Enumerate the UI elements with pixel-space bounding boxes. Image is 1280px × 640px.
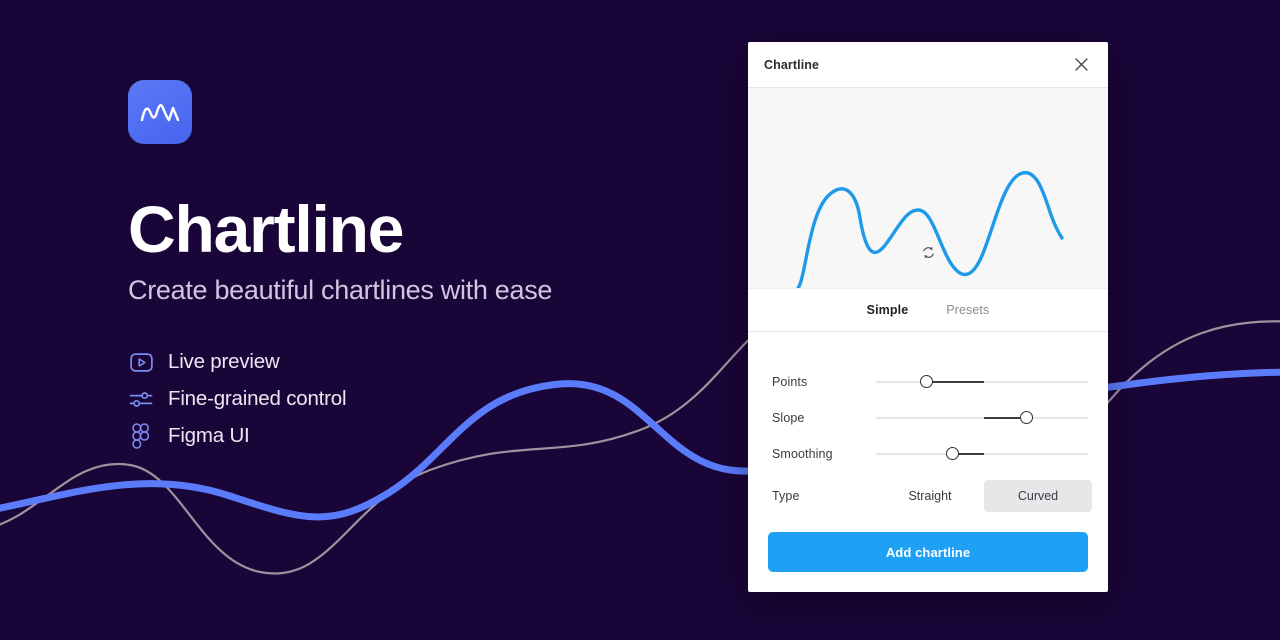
tab-simple[interactable]: Simple [867, 303, 909, 317]
control-row-type: Type Straight Curved [772, 478, 1092, 514]
feature-label: Fine-grained control [168, 387, 347, 411]
page-title: Chartline [128, 192, 404, 266]
slider-fill [926, 381, 985, 383]
smoothing-slider[interactable] [876, 443, 1088, 465]
close-icon[interactable] [1068, 52, 1094, 78]
panel-title: Chartline [764, 57, 820, 72]
slider-thumb[interactable] [1020, 411, 1034, 424]
hero-section: Chartline Create beautiful chartlines wi… [128, 80, 688, 455]
figma-icon [128, 423, 154, 450]
play-box-icon [128, 349, 154, 375]
slider-track [876, 417, 1088, 419]
panel-tabs: Simple Presets [748, 288, 1108, 332]
feature-list: Live preview Fine-grained control Figma … [128, 344, 688, 454]
controls-section: Points Slope Smoothing Type Straight Cur… [748, 332, 1108, 514]
feature-item-live-preview: Live preview [128, 344, 688, 380]
control-row-smoothing: Smoothing [772, 436, 1088, 472]
feature-item-fine-grained-control: Fine-grained control [128, 381, 688, 417]
feature-label: Live preview [168, 350, 280, 374]
feature-item-figma-ui: Figma UI [128, 418, 688, 454]
points-slider[interactable] [876, 371, 1088, 393]
slider-thumb[interactable] [920, 375, 934, 388]
type-option-curved[interactable]: Curved [984, 480, 1092, 512]
app-logo [128, 80, 192, 144]
slider-thumb[interactable] [945, 447, 959, 460]
refresh-icon[interactable] [915, 239, 941, 265]
tab-presets[interactable]: Presets [946, 303, 989, 317]
type-segmented-control: Straight Curved [876, 480, 1092, 512]
slider-label-slope: Slope [772, 411, 805, 425]
page-subtitle: Create beautiful chartlines with ease [128, 275, 553, 306]
control-row-slope: Slope [772, 400, 1088, 436]
slider-label-points: Points [772, 375, 808, 389]
type-option-straight[interactable]: Straight [876, 480, 984, 512]
slider-label-smoothing: Smoothing [772, 447, 833, 461]
feature-label: Figma UI [168, 424, 250, 448]
control-row-points: Points [772, 364, 1088, 400]
add-chartline-button[interactable]: Add chartline [768, 532, 1088, 572]
panel-header: Chartline [748, 42, 1108, 88]
chartline-logo-icon [140, 104, 180, 122]
panel-footer: Add chartline [748, 514, 1108, 592]
chart-preview-area [748, 88, 1108, 288]
type-label: Type [772, 489, 800, 503]
slope-slider[interactable] [876, 407, 1088, 429]
sliders-icon [128, 386, 154, 412]
chartline-plugin-panel: Chartline Simple Presets Points Slope Sm… [748, 42, 1108, 592]
